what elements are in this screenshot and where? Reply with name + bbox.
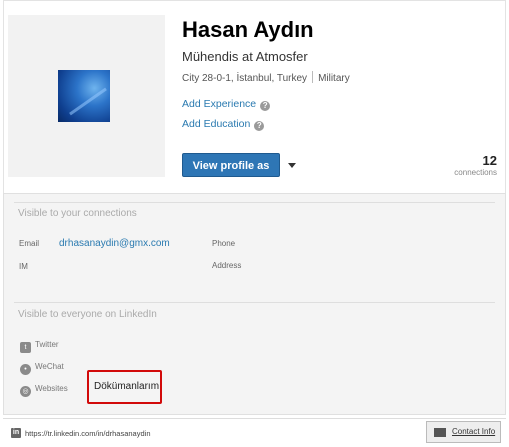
wechat-label: WeChat [35,362,64,371]
add-education-link-row: Add Education? [182,118,265,131]
wechat-row: • WeChat [20,362,64,375]
view-profile-as-button[interactable]: View profile as [182,153,280,177]
profile-location[interactable]: City 28-0-1, İstanbul, Turkey [182,73,307,84]
visible-connections-title: Visible to your connections [18,208,137,219]
profile-location-row: City 28-0-1, İstanbul, Turkey Military [182,71,350,84]
add-experience-link[interactable]: Add Experience [182,98,256,110]
connections-count[interactable]: 12 [483,153,497,168]
websites-label: Websites [35,384,68,393]
visible-everyone-title: Visible to everyone on LinkedIn [18,309,157,320]
add-experience-link-row: Add Experience? [182,98,271,111]
profile-headline: Mühendis at Atmosfer [182,49,308,64]
globe-icon: ◎ [20,386,31,397]
twitter-row: t Twitter [20,340,59,353]
contact-info-label: Contact Info [452,427,496,436]
websites-row: ◎ Websites [20,384,68,397]
address-label: Address [212,261,242,270]
divider [14,302,495,303]
divider [312,71,314,83]
contact-info-button[interactable]: Contact Info [426,421,501,443]
twitter-label: Twitter [35,340,59,349]
email-value[interactable]: drhasanaydin@gmx.com [59,238,170,249]
profile-card: Hasan Aydın Mühendis at Atmosfer City 28… [3,0,506,193]
question-circle-icon[interactable]: ? [260,101,271,111]
caret-down-icon[interactable] [288,163,296,168]
contact-info-panel: Visible to your connections Email drhasa… [3,193,506,415]
phone-label: Phone [212,239,236,248]
add-education-link[interactable]: Add Education [182,118,250,130]
public-profile-url[interactable]: https://tr.linkedin.com/in/drhasanaydin [25,429,151,438]
question-circle-icon[interactable]: ? [254,121,265,131]
contact-card-icon [434,428,446,437]
profile-name: Hasan Aydın [182,17,314,42]
twitter-icon: t [20,342,31,353]
profile-photo[interactable] [58,70,110,122]
website-highlight-box: Dökümanlarım [87,370,162,404]
im-label: IM [19,262,28,271]
profile-photo-container [8,15,165,177]
profile-industry[interactable]: Military [318,73,350,84]
connections-label: connections [454,168,497,177]
divider [14,202,495,203]
email-label: Email [19,239,40,248]
linkedin-icon: in [11,428,21,438]
wechat-icon: • [20,364,31,375]
profile-footer: in https://tr.linkedin.com/in/drhasanayd… [3,418,506,447]
website-link[interactable]: Dökümanlarım [94,381,159,392]
